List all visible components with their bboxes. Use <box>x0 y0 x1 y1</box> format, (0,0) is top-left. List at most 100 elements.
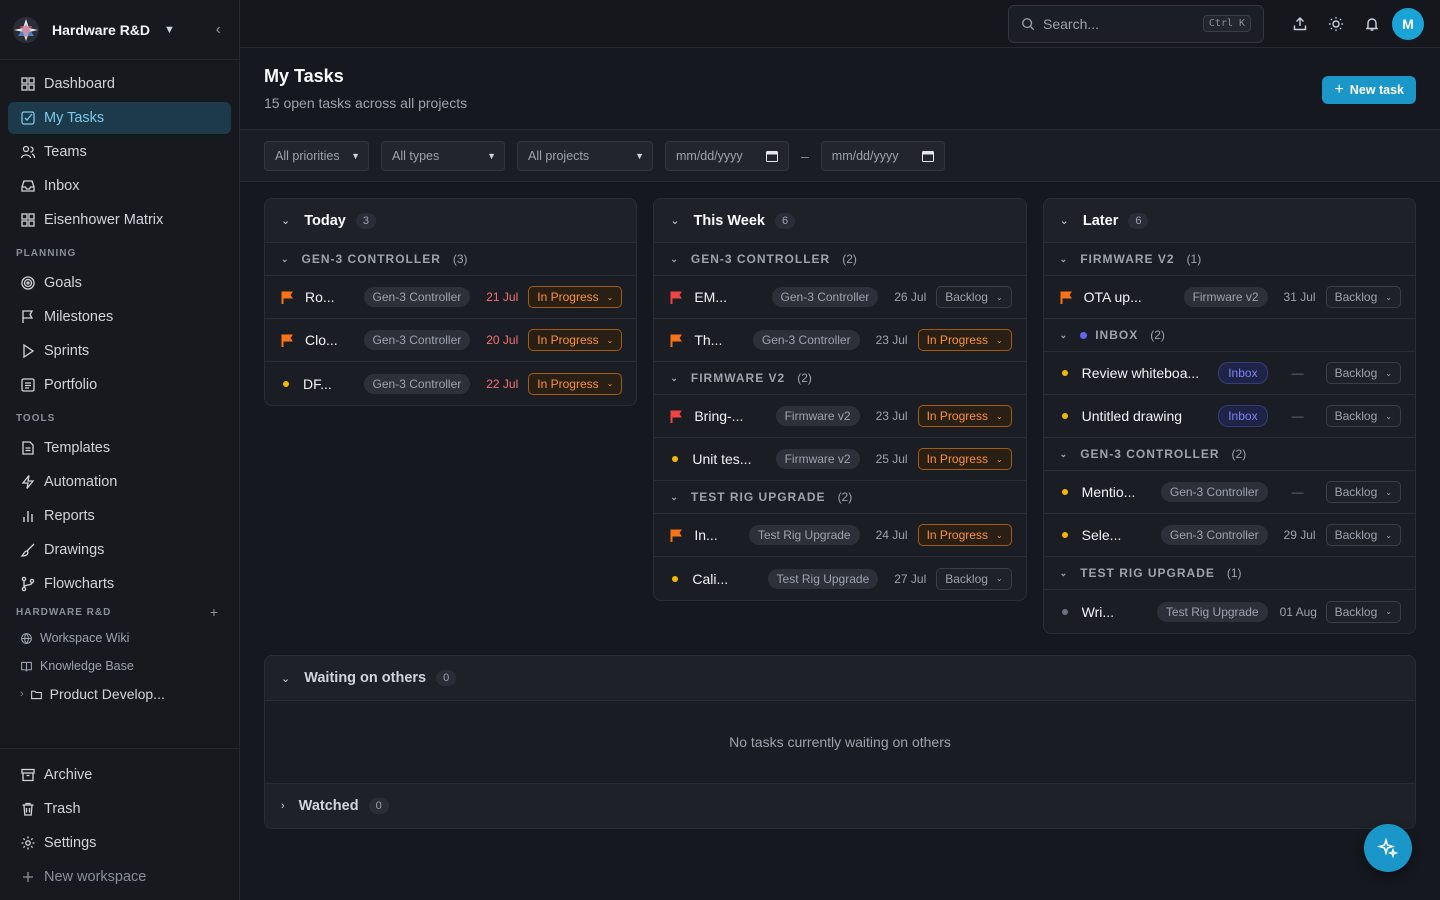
project-group-header[interactable]: ⌄ TEST RIG UPGRADE (2) <box>654 481 1026 514</box>
task-row[interactable]: Mentio... Gen-3 Controller — Backlog ⌄ <box>1043 471 1415 514</box>
chevron-down-icon[interactable]: ⌄ <box>670 254 679 265</box>
task-row[interactable]: Th... Gen-3 Controller 23 Jul In Progress ⌄ <box>654 319 1026 362</box>
watched-header[interactable]: › Watched 0 <box>265 784 1415 828</box>
nav-workspace-wiki[interactable]: Workspace Wiki <box>0 624 239 652</box>
chevron-down-icon[interactable]: ⌄ <box>670 492 679 503</box>
task-name[interactable]: OTA up... <box>1084 289 1176 305</box>
chevron-right-icon[interactable]: › <box>20 688 24 700</box>
status-dropdown[interactable]: Backlog ⌄ <box>1325 405 1401 427</box>
task-name[interactable]: Sele... <box>1082 527 1153 543</box>
chevron-down-icon[interactable]: ⌄ <box>281 254 290 265</box>
task-name[interactable]: Review whiteboa... <box>1082 365 1211 381</box>
project-group-header[interactable]: ⌄ FIRMWARE V2 (1) <box>1043 243 1415 276</box>
nav-inbox[interactable]: Inbox <box>8 170 231 202</box>
project-badge[interactable]: Test Rig Upgrade <box>748 525 860 545</box>
status-dropdown[interactable]: Backlog ⌄ <box>936 567 1012 590</box>
project-badge[interactable]: Firmware v2 <box>775 449 860 469</box>
status-dropdown[interactable]: In Progress ⌄ <box>917 448 1012 470</box>
nav-my-tasks[interactable]: My Tasks <box>8 102 231 134</box>
project-filter-select[interactable]: All projects ▼ <box>517 140 653 171</box>
chevron-down-icon[interactable]: ⌄ <box>281 214 290 227</box>
task-name[interactable]: Clo... <box>305 332 356 348</box>
nav-settings[interactable]: Settings <box>8 827 231 859</box>
waiting-header[interactable]: ⌄ Waiting on others 0 <box>265 656 1415 700</box>
chevron-down-icon[interactable]: ⌄ <box>1060 449 1069 460</box>
nav-sprints[interactable]: Sprints <box>8 335 231 367</box>
project-badge[interactable]: Gen-3 Controller <box>752 330 860 350</box>
status-dropdown[interactable]: Backlog ⌄ <box>1325 286 1401 308</box>
task-row[interactable]: Bring-... Firmware v2 23 Jul In Progress ⌄ <box>654 395 1026 438</box>
task-row[interactable]: Cali... Test Rig Upgrade 27 Jul Backlog ⌄ <box>654 557 1025 600</box>
task-row[interactable]: Ro... Gen-3 Controller 21 Jul In Progress ⌄ <box>265 276 637 319</box>
task-name[interactable]: Cali... <box>692 571 759 587</box>
nav-reports[interactable]: Reports <box>8 500 231 532</box>
status-dropdown[interactable]: Backlog ⌄ <box>936 286 1012 308</box>
nav-dashboard[interactable]: Dashboard <box>8 68 231 100</box>
nav-archive[interactable]: Archive <box>8 759 231 791</box>
status-dropdown[interactable]: Backlog ⌄ <box>1325 600 1401 623</box>
task-row[interactable]: Clo... Gen-3 Controller 20 Jul In Progress ⌄ <box>265 319 637 362</box>
task-row[interactable]: EM... Gen-3 Controller 26 Jul Backlog ⌄ <box>654 276 1026 319</box>
status-dropdown[interactable]: Backlog ⌄ <box>1325 524 1401 546</box>
nav-eisenhower-matrix[interactable]: Eisenhower Matrix <box>8 204 231 236</box>
chevron-down-icon[interactable]: ⌄ <box>1060 214 1069 227</box>
priority-filter-select[interactable]: All priorities ▼ <box>264 140 369 171</box>
project-badge[interactable]: Gen-3 Controller <box>363 287 471 307</box>
project-group-header[interactable]: ⌄ GEN-3 CONTROLLER (3) <box>265 243 637 276</box>
project-group-header[interactable]: ⌄ TEST RIG UPGRADE (1) <box>1043 557 1415 590</box>
task-row[interactable]: Unit tes... Firmware v2 25 Jul In Progress ⌄ <box>654 438 1026 481</box>
nav-goals[interactable]: Goals <box>8 267 231 299</box>
task-row[interactable]: Untitled drawing Inbox — Backlog ⌄ <box>1043 395 1415 438</box>
nav-portfolio[interactable]: Portfolio <box>8 369 231 401</box>
task-row[interactable]: In... Test Rig Upgrade 24 Jul In Progress ⌄ <box>654 514 1026 557</box>
task-name[interactable]: Unit tes... <box>692 451 767 467</box>
project-badge[interactable]: Inbox <box>1218 405 1268 427</box>
project-badge[interactable]: Gen-3 Controller <box>771 287 879 307</box>
project-badge[interactable]: Gen-3 Controller <box>363 330 471 350</box>
project-badge[interactable]: Firmware v2 <box>775 406 860 426</box>
nav-knowledge-base[interactable]: Knowledge Base <box>0 652 239 680</box>
ai-assistant-button[interactable] <box>1364 824 1412 872</box>
project-badge[interactable]: Gen-3 Controller <box>1160 482 1268 502</box>
project-group-header[interactable]: ⌄ GEN-3 CONTROLLER (2) <box>654 243 1026 276</box>
column-header[interactable]: ⌄ Today 3 <box>265 199 637 243</box>
project-badge[interactable]: Inbox <box>1218 362 1268 384</box>
status-dropdown[interactable]: Backlog ⌄ <box>1325 362 1401 384</box>
project-badge[interactable]: Test Rig Upgrade <box>767 568 879 589</box>
task-name[interactable]: Mentio... <box>1082 484 1153 500</box>
column-header[interactable]: ⌄ Later 6 <box>1043 199 1415 243</box>
nav-automation[interactable]: Automation <box>8 466 231 498</box>
chevron-down-icon[interactable]: ▼ <box>164 24 175 36</box>
status-dropdown[interactable]: In Progress ⌄ <box>528 286 623 308</box>
task-name[interactable]: Bring-... <box>694 408 767 424</box>
task-row[interactable]: Wri... Test Rig Upgrade 01 Aug Backlog ⌄ <box>1044 590 1415 633</box>
chevron-right-icon[interactable]: › <box>281 800 285 812</box>
nav-templates[interactable]: Templates <box>8 432 231 464</box>
project-group-header[interactable]: ⌄ GEN-3 CONTROLLER (2) <box>1043 438 1415 471</box>
new-task-button[interactable]: + New task <box>1322 76 1416 104</box>
task-name[interactable]: In... <box>694 527 741 543</box>
status-dropdown[interactable]: In Progress ⌄ <box>917 329 1012 351</box>
avatar[interactable]: M <box>1392 7 1424 40</box>
chevron-down-icon[interactable]: ⌄ <box>281 672 290 685</box>
nav-trash[interactable]: Trash <box>8 793 231 825</box>
nav-product-development[interactable]: › Product Develop... <box>0 680 239 708</box>
nav-drawings[interactable]: Drawings <box>8 534 231 566</box>
task-name[interactable]: EM... <box>694 289 763 305</box>
nav-flowcharts[interactable]: Flowcharts <box>8 568 231 600</box>
add-icon[interactable]: + <box>210 604 219 620</box>
status-dropdown[interactable]: In Progress ⌄ <box>528 329 623 351</box>
status-dropdown[interactable]: In Progress ⌄ <box>917 405 1012 427</box>
project-badge[interactable]: Gen-3 Controller <box>363 373 471 394</box>
date-to-input[interactable]: mm/dd/yyyy <box>820 140 945 171</box>
project-group-header[interactable]: ⌄ INBOX (2) <box>1043 319 1415 352</box>
chevron-down-icon[interactable]: ⌄ <box>670 373 679 384</box>
task-row[interactable]: DF... Gen-3 Controller 22 Jul In Progress ⌄ <box>265 362 636 405</box>
status-dropdown[interactable]: In Progress ⌄ <box>917 524 1012 546</box>
notifications-button[interactable] <box>1354 6 1390 42</box>
type-filter-select[interactable]: All types ▼ <box>381 140 505 171</box>
chevron-down-icon[interactable]: ⌄ <box>1060 330 1069 341</box>
nav-teams[interactable]: Teams <box>8 136 231 168</box>
task-row[interactable]: Review whiteboa... Inbox — Backlog ⌄ <box>1043 352 1415 395</box>
chevron-down-icon[interactable]: ⌄ <box>1060 568 1069 579</box>
